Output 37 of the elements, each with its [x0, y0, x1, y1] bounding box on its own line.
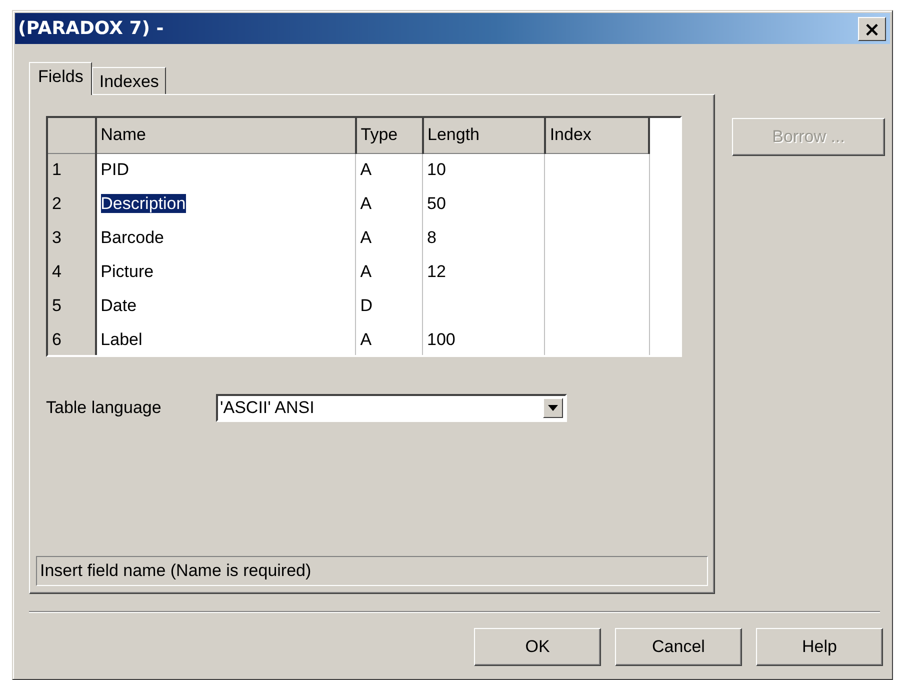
table-cell: A [360, 160, 372, 180]
field-label: Table language [46, 398, 162, 418]
table-cell: 50 [427, 194, 446, 213]
help-button[interactable]: Help [756, 628, 883, 666]
table-cell: 10 [427, 160, 446, 180]
table-cell: A [360, 330, 372, 349]
close-button[interactable]: × [858, 16, 886, 40]
tab[interactable]: Fields [29, 62, 92, 95]
status-bar: Insert field name (Name is required) [36, 556, 708, 586]
table-cell[interactable]: Picture [100, 262, 154, 281]
ok-button[interactable]: OK [474, 628, 601, 666]
table-cell[interactable]: Date [100, 296, 137, 315]
table-cell: 8 [427, 228, 436, 247]
table-cell: A [360, 228, 372, 247]
tab[interactable]: Indexes [92, 67, 166, 94]
row-number: 3 [48, 221, 96, 255]
row-number: 6 [48, 323, 96, 355]
column-header[interactable]: Length [422, 118, 545, 153]
column-header[interactable]: Index [544, 118, 650, 153]
dropdown-field[interactable]: 'ASCII' ANSI [216, 394, 567, 422]
table-cell[interactable]: Barcode [100, 228, 164, 247]
table-cell: D [360, 296, 373, 315]
row-number: 2 [48, 187, 96, 221]
table-cell[interactable]: Label [100, 330, 142, 349]
table-cell: 100 [427, 330, 456, 349]
window-title: (PARADOX 7) - [18, 18, 164, 39]
column-header[interactable]: Type [356, 118, 423, 153]
row-number: 5 [48, 289, 96, 323]
table-cell: 12 [427, 262, 446, 281]
cancel-button[interactable]: Cancel [615, 628, 742, 666]
table-cell[interactable]: Description [100, 194, 186, 213]
row-number: 1 [48, 153, 96, 187]
table-cell: A [360, 262, 372, 281]
row-number: 4 [48, 255, 96, 289]
table-cell[interactable]: PID [100, 160, 129, 180]
column-header[interactable]: Name [96, 118, 356, 153]
table-cell: A [360, 194, 372, 213]
